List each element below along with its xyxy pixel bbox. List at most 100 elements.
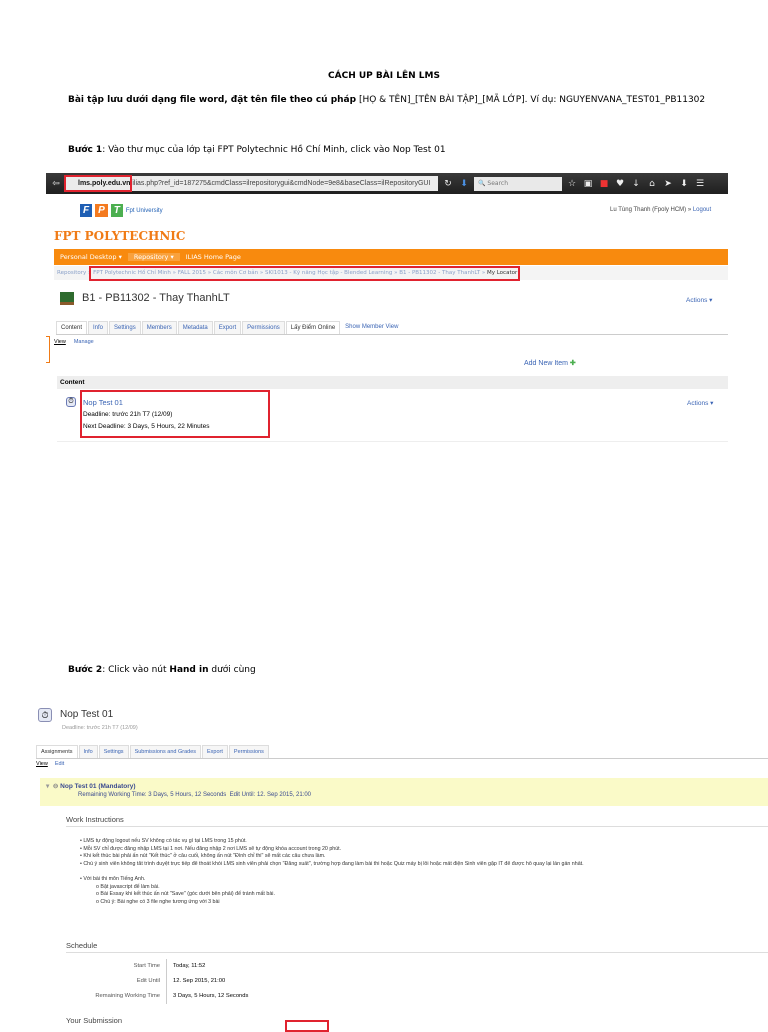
shot1-bottom-border [57, 441, 728, 442]
assignment-icon: ⏱ [38, 708, 52, 722]
side-marker [46, 336, 50, 363]
breadcrumb-root[interactable]: Repository » [57, 270, 91, 276]
assignment-title: Nop Test 01 (Mandatory) [60, 783, 136, 790]
tab-info[interactable]: Info [78, 745, 98, 758]
brand-name: FPT POLYTECHNIC [54, 229, 186, 243]
tab-settings[interactable]: Settings [98, 745, 129, 758]
intro-rest: [HỌ & TÊN]_[TÊN BÀI TẬP]_[MÃ LỚP]. Ví dụ… [356, 95, 706, 105]
schedule-row: Remaining Working Time 3 Days, 5 Hours, 1… [60, 989, 248, 1004]
add-new-item-button[interactable]: Add New Item ✚ [524, 359, 576, 367]
instruction-item: • LMS tự động logout nếu SV không có tác… [80, 838, 247, 844]
bookmark-star-icon[interactable]: ☆ [566, 179, 578, 189]
download-icon[interactable]: ⬇ [458, 179, 470, 189]
assignment-subtabs: View Edit [36, 761, 64, 767]
course-tabs: Content Info Settings Members Metadata E… [56, 321, 728, 335]
sub-instruction-item: o Bài Essay khi kết thúc ấn nút "Save" (… [96, 891, 275, 898]
tab-content[interactable]: Content [56, 321, 88, 334]
doc-title: CÁCH UP BÀI LÊN LMS [328, 71, 440, 81]
subtab-edit[interactable]: Edit [55, 761, 64, 767]
hand-in-highlight [285, 1020, 329, 1032]
tab-submissions-grades[interactable]: Submissions and Grades [129, 745, 202, 758]
user-info: Lu Tùng Thanh (Fpoly HCM) » Logout [610, 207, 711, 213]
tab-assignments[interactable]: Assignments [36, 745, 78, 758]
step2-line: Bước 2: Click vào nút Hand in dưới cùng [68, 665, 256, 675]
logo-sub: Fpt University [125, 207, 163, 214]
course-icon [60, 292, 74, 305]
work-instructions-heading: Work Instructions [66, 815, 768, 827]
schedule-row: Start Time Today, 11:52 [60, 959, 248, 974]
content-header: Content [57, 376, 728, 389]
instructions-list: • LMS tự động logout nếu SV không có tác… [80, 838, 768, 906]
save-icon[interactable]: ⬇ [678, 179, 690, 189]
schedule-value: Today, 11:52 [173, 963, 206, 969]
mandatory-icon: ⊖ [52, 783, 59, 790]
send-icon[interactable]: ➤ [662, 179, 674, 189]
url-highlight [64, 175, 132, 192]
intro-bold: Bài tập lưu dưới dạng file word, đặt tên… [68, 95, 357, 105]
instruction-item: • Với bài thi môn Tiếng Anh. [80, 875, 146, 882]
subtab-manage[interactable]: Manage [74, 339, 94, 345]
tab-info[interactable]: Info [88, 321, 109, 334]
instruction-item: • Khi kết thúc bài phải ấn nút "Kết thúc… [80, 853, 326, 860]
schedule-value: 3 Days, 5 Hours, 12 Seconds [173, 993, 249, 999]
schedule-heading: Schedule [66, 941, 768, 953]
main-nav: Personal Desktop ▾ Repository ▾ ILIAS Ho… [54, 249, 728, 265]
schedule-label: Edit Until [60, 974, 167, 989]
nav-repository[interactable]: Repository ▾ [127, 253, 180, 261]
search-input[interactable]: 🔍 Search [474, 176, 562, 191]
page-title: B1 - PB11302 - Thay ThanhLT [82, 292, 230, 304]
add-new-item-label: Add New Item [524, 360, 568, 367]
downloads-icon[interactable]: ↓ [630, 179, 642, 189]
assignment-deadline: Deadline: trước 21h T7 (12/09) [62, 725, 138, 731]
exercise-icon: ⏱ [66, 397, 76, 407]
instruction-item: • Chú ý sinh viên không tắt trình duyệt … [80, 860, 584, 867]
step1-line: Bước 1: Vào thư mục của lớp tại FPT Poly… [68, 145, 446, 155]
home-icon[interactable]: ⌂ [646, 179, 658, 189]
back-icon[interactable]: ⇦ [50, 179, 62, 189]
actions-menu[interactable]: Actions ▾ [686, 296, 712, 304]
tab-show-member-view[interactable]: Show Member View [341, 321, 402, 334]
step2-text: : Click vào nút [102, 665, 170, 675]
collapse-icon[interactable]: ▾ [46, 783, 49, 790]
tab-permissions[interactable]: Permissions [242, 321, 285, 334]
assignment-tabs: Assignments Info Settings Submissions an… [36, 745, 768, 759]
nav-ilias-home[interactable]: ILIAS Home Page [180, 253, 247, 261]
tab-lay-diem-online[interactable]: Lấy Điểm Online [285, 321, 341, 334]
subtab-view[interactable]: View [36, 761, 48, 767]
assignment-panel: ▾ ⊖ Nop Test 01 (Mandatory) Remaining Wo… [40, 778, 768, 806]
addon-icon[interactable]: ■ [598, 179, 610, 189]
clipboard-icon[interactable]: ▣ [582, 179, 594, 189]
menu-icon[interactable]: ☰ [694, 179, 706, 189]
browser-toolbar: ⇦ lms.poly.edu.vn/ilias.php?ref_id=18727… [46, 173, 728, 194]
logout-link[interactable]: Logout [693, 207, 711, 213]
tab-members[interactable]: Members [141, 321, 177, 334]
step2-label: Bước 2 [68, 665, 103, 675]
sub-instruction-item: o Chú ý: Bài nghe có 3 file nghe tương ứ… [96, 898, 220, 905]
tab-settings[interactable]: Settings [109, 321, 141, 334]
subtab-view[interactable]: View [54, 339, 66, 345]
assignment-sub: Remaining Working Time: 3 Days, 5 Hours,… [78, 792, 312, 798]
search-placeholder: Search [487, 180, 509, 187]
step2-bold: Hand in [169, 665, 209, 675]
intro-line: Bài tập lưu dưới dạng file word, đặt tên… [68, 95, 705, 105]
tab-export[interactable]: Export [213, 321, 242, 334]
schedule-row: Edit Until 12. Sep 2015, 21:00 [60, 974, 248, 989]
plus-icon: ✚ [569, 360, 576, 367]
user-name: Lu Tùng Thanh (Fpoly HCM) » [610, 207, 692, 213]
nav-personal-desktop[interactable]: Personal Desktop ▾ [54, 253, 128, 261]
url-path: /ilias.php?ref_id=187275&cmdClass=ilrepo… [130, 180, 431, 187]
step1-label: Bước 1 [68, 145, 103, 155]
schedule-label: Start Time [60, 959, 167, 974]
breadcrumb-highlight [89, 266, 520, 281]
item-actions-menu[interactable]: Actions ▾ [687, 399, 713, 407]
tab-metadata[interactable]: Metadata [177, 321, 213, 334]
item-highlight [80, 390, 270, 438]
assignment-header[interactable]: ▾ ⊖ Nop Test 01 (Mandatory) [46, 782, 762, 790]
instruction-item [80, 868, 768, 876]
reload-icon[interactable]: ↻ [442, 179, 454, 189]
schedule-table: Start Time Today, 11:52 Edit Until 12. Sep… [60, 959, 248, 1004]
tab-export[interactable]: Export [202, 745, 228, 758]
pocket-icon[interactable]: ♥ [614, 179, 626, 189]
tab-permissions[interactable]: Permissions [228, 745, 269, 758]
schedule-value: 12. Sep 2015, 21:00 [173, 978, 226, 984]
